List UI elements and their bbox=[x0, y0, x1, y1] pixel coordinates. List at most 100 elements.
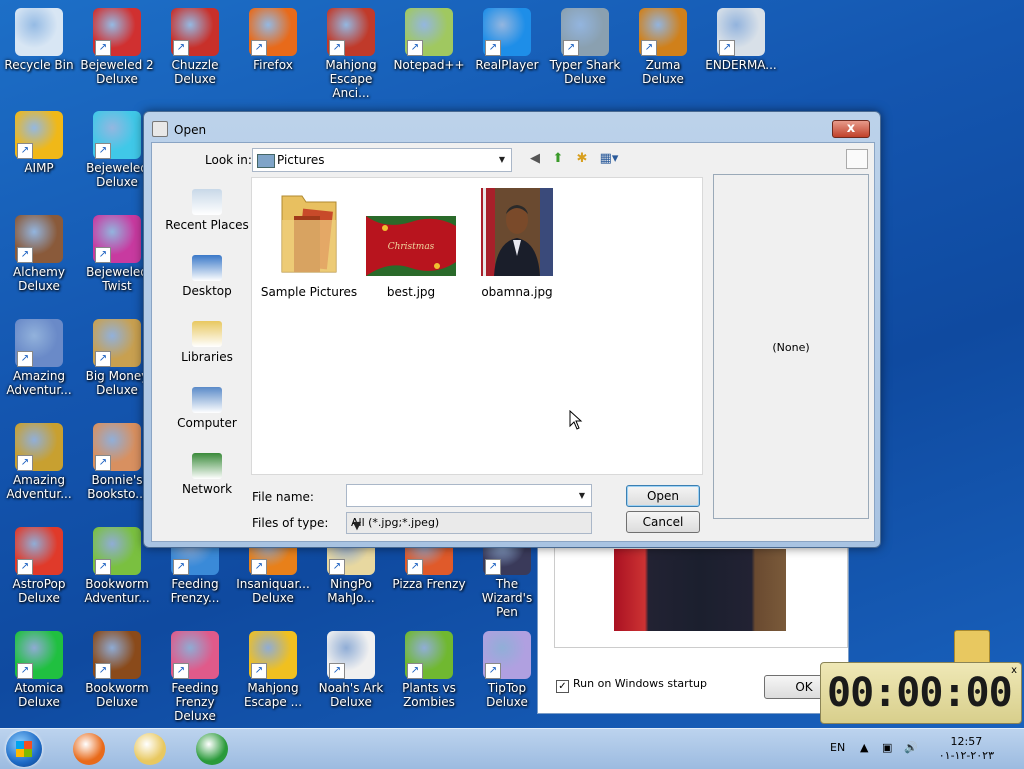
start-button[interactable] bbox=[6, 731, 42, 767]
volume-icon[interactable]: 🔊 bbox=[904, 741, 918, 754]
windows-logo-icon bbox=[16, 741, 32, 757]
close-button[interactable]: x bbox=[832, 120, 870, 138]
desktop-folder-icon[interactable] bbox=[954, 630, 990, 666]
shortcut-arrow-icon: ↗ bbox=[95, 247, 111, 263]
bejeweled-twist-icon: ↗ bbox=[93, 215, 141, 263]
place-label: Recent Places bbox=[165, 218, 249, 232]
desktop-icon[interactable]: ↗ AstroPop Deluxe bbox=[1, 527, 77, 605]
timer-widget[interactable]: 00:00:00 x bbox=[820, 662, 1022, 724]
desktop-icon[interactable]: ↗ Bejeweled 2 Deluxe bbox=[79, 8, 155, 86]
shortcut-arrow-icon: ↗ bbox=[329, 559, 345, 575]
open-button[interactable]: Open bbox=[626, 485, 700, 507]
desktop-icon[interactable]: ↗ Notepad++ bbox=[391, 8, 467, 72]
recycle-bin-icon bbox=[15, 8, 63, 56]
place-libraries[interactable]: Libraries bbox=[162, 321, 252, 381]
typer-shark-icon: ↗ bbox=[561, 8, 609, 56]
shortcut-arrow-icon: ↗ bbox=[641, 40, 657, 56]
shortcut-arrow-icon: ↗ bbox=[563, 40, 579, 56]
desktop-icon-label: Typer Shark Deluxe bbox=[549, 58, 621, 86]
libraries-icon bbox=[192, 321, 222, 347]
chevron-down-icon[interactable]: ▼ bbox=[496, 149, 508, 171]
timer-close-icon[interactable]: x bbox=[1011, 665, 1017, 676]
shortcut-arrow-icon: ↗ bbox=[95, 351, 111, 367]
place-network[interactable]: Network bbox=[162, 453, 252, 513]
open-dialog: Open x Look in: Pictures ▼ ◀ ⬆ ✱ ▦▾ Rece… bbox=[143, 111, 881, 548]
firefox-taskbar-icon[interactable] bbox=[73, 733, 105, 765]
recent-places-icon bbox=[192, 189, 222, 215]
run-on-startup-checkbox[interactable]: ✓ Run on Windows startup bbox=[556, 677, 707, 693]
desktop-icon[interactable]: ↗ Amazing Adventur... bbox=[1, 319, 77, 397]
chevron-down-icon[interactable]: ▼ bbox=[576, 485, 588, 506]
clock[interactable]: 12:57 ٢٠٢٣-١٢-٠١ bbox=[939, 735, 994, 763]
desktop-icon[interactable]: ↗ Noah's Ark Deluxe bbox=[313, 631, 389, 709]
preview-none-text: (None) bbox=[772, 341, 810, 354]
file-item-sample-pictures[interactable]: Sample Pictures bbox=[254, 186, 364, 299]
place-label: Network bbox=[181, 482, 233, 496]
desktop-icon[interactable]: ↗ Plants vs Zombies bbox=[391, 631, 467, 709]
desktop-icon-label: TipTop Deluxe bbox=[486, 681, 528, 709]
desktop-icon-label: Insaniquar... Deluxe bbox=[236, 577, 310, 605]
checkbox-box[interactable]: ✓ bbox=[556, 680, 569, 693]
file-item-best-jpg[interactable]: Christmas best.jpg bbox=[356, 186, 466, 299]
chrome-taskbar-icon[interactable] bbox=[196, 733, 228, 765]
preview-toggle-icon[interactable] bbox=[846, 149, 868, 169]
chevron-down-icon[interactable]: ▼ bbox=[351, 516, 363, 536]
desktop-icon[interactable]: ↗ AIMP bbox=[1, 111, 77, 175]
mahjong-temple-icon: ↗ bbox=[327, 8, 375, 56]
background-app-window: ✓ Run on Windows startup OK bbox=[537, 540, 849, 714]
view-menu-icon[interactable]: ▦▾ bbox=[596, 151, 622, 167]
shortcut-arrow-icon: ↗ bbox=[95, 559, 111, 575]
clock-time: 12:57 bbox=[950, 735, 983, 748]
desktop-icon[interactable]: ↗ Mahjong Escape Anci... bbox=[313, 8, 389, 100]
desktop-icon[interactable]: ↗ TipTop Deluxe bbox=[469, 631, 545, 709]
desktop-icon-label: Zuma Deluxe bbox=[642, 58, 684, 86]
files-of-type-select[interactable]: All (*.jpg;*.jpeg) ▼ bbox=[346, 512, 592, 534]
new-folder-icon[interactable]: ✱ bbox=[573, 151, 591, 167]
bejeweled-icon: ↗ bbox=[93, 111, 141, 159]
desktop-icon-label: NingPo MahJo... bbox=[327, 577, 375, 605]
desktop-icon[interactable]: ↗ ENDERMA... bbox=[703, 8, 779, 72]
show-hidden-icons-icon[interactable]: ▲ bbox=[860, 741, 868, 754]
up-folder-icon[interactable]: ⬆ bbox=[549, 151, 567, 167]
network-icon bbox=[192, 453, 222, 479]
desktop-icon-label: Amazing Adventur... bbox=[6, 473, 72, 501]
look-in-select[interactable]: Pictures ▼ bbox=[252, 148, 512, 172]
desktop-icon[interactable]: ↗ Chuzzle Deluxe bbox=[157, 8, 233, 86]
desktop-icon-label: Bookworm Deluxe bbox=[85, 681, 149, 709]
desktop-icon[interactable]: ↗ Feeding Frenzy Deluxe bbox=[157, 631, 233, 723]
desktop-icon-label: Mahjong Escape Anci... bbox=[325, 58, 377, 100]
desktop-icon[interactable]: ↗ RealPlayer bbox=[469, 8, 545, 72]
desktop-icon[interactable]: ↗ Mahjong Escape ... bbox=[235, 631, 311, 709]
desktop-icon[interactable]: ↗ Atomica Deluxe bbox=[1, 631, 77, 709]
desktop-icon[interactable]: Recycle Bin bbox=[1, 8, 77, 72]
shortcut-arrow-icon: ↗ bbox=[407, 663, 423, 679]
desktop-icon[interactable]: ↗ Zuma Deluxe bbox=[625, 8, 701, 86]
file-explorer-taskbar-icon[interactable] bbox=[134, 733, 166, 765]
computer-icon bbox=[192, 387, 222, 413]
notepad-plus-icon: ↗ bbox=[405, 8, 453, 56]
language-indicator[interactable]: EN bbox=[830, 741, 845, 754]
shortcut-arrow-icon: ↗ bbox=[173, 559, 189, 575]
file-item-obamna-jpg[interactable]: obamna.jpg bbox=[462, 186, 572, 299]
desktop-icon[interactable]: ↗ Firefox bbox=[235, 8, 311, 72]
clock-date: ٢٠٢٣-١٢-٠١ bbox=[938, 749, 994, 762]
back-icon[interactable]: ◀ bbox=[526, 151, 544, 167]
place-computer[interactable]: Computer bbox=[162, 387, 252, 447]
place-recent-places[interactable]: Recent Places bbox=[162, 189, 252, 249]
cancel-button[interactable]: Cancel bbox=[626, 511, 700, 533]
shortcut-arrow-icon: ↗ bbox=[17, 559, 33, 575]
shortcut-arrow-icon: ↗ bbox=[329, 663, 345, 679]
places-bar: Recent Places Desktop Libraries Computer Net… bbox=[162, 183, 252, 513]
desktop-icon[interactable]: ↗ Typer Shark Deluxe bbox=[547, 8, 623, 86]
desktop-icon-label: Amazing Adventur... bbox=[6, 369, 72, 397]
file-name-input[interactable]: ▼ bbox=[346, 484, 592, 507]
desktop-icon-label: Noah's Ark Deluxe bbox=[318, 681, 384, 709]
checkbox-label: Run on Windows startup bbox=[573, 677, 707, 690]
network-tray-icon[interactable]: ▣ bbox=[882, 741, 892, 754]
shortcut-arrow-icon: ↗ bbox=[95, 143, 111, 159]
amazing-adventures-2-icon: ↗ bbox=[15, 423, 63, 471]
desktop-icon[interactable]: ↗ Bookworm Deluxe bbox=[79, 631, 155, 709]
place-desktop[interactable]: Desktop bbox=[162, 255, 252, 315]
desktop-icon[interactable]: ↗ Alchemy Deluxe bbox=[1, 215, 77, 293]
desktop-icon[interactable]: ↗ Amazing Adventur... bbox=[1, 423, 77, 501]
